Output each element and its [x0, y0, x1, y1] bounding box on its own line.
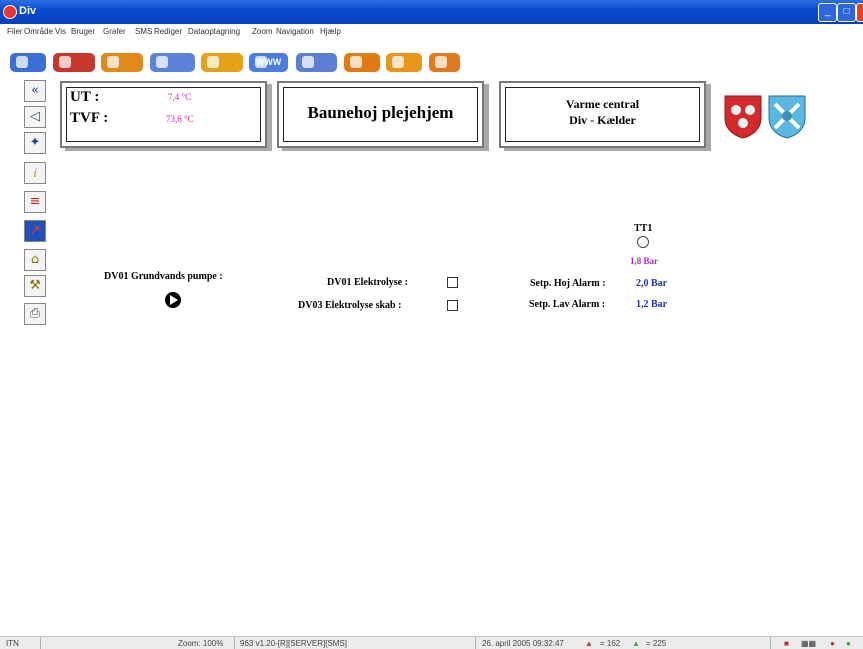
- overview-button[interactable]: [10, 53, 46, 72]
- status-divider: [234, 637, 235, 649]
- menu-bar: Filer Område Vis Bruger Grafer SMS Redig…: [0, 24, 863, 39]
- tt1-label: TT1: [634, 223, 653, 234]
- menu-hjaelp[interactable]: Hjælp: [320, 27, 341, 36]
- chart-button[interactable]: [386, 53, 422, 72]
- green-status-icon: ●: [846, 639, 851, 648]
- temp-panel: UT : 7,4 °C TVF : 73,6 °C: [60, 81, 267, 148]
- menu-grafer[interactable]: Grafer: [103, 27, 126, 36]
- www-button[interactable]: WWW: [249, 53, 288, 72]
- tvf-value: 73,6 °C: [166, 114, 194, 124]
- menu-sms[interactable]: SMS: [135, 27, 152, 36]
- dv03-elektrolyse-checkbox[interactable]: [447, 300, 458, 311]
- connection-icon: ▲: [632, 639, 640, 648]
- menu-zoom[interactable]: Zoom: [252, 27, 272, 36]
- setp-high-label: Setp. Hoj Alarm :: [530, 278, 606, 289]
- ut-value: 7,4 °C: [168, 92, 192, 102]
- setp-low-value[interactable]: 1,2 Bar: [636, 299, 667, 310]
- status-divider: [40, 637, 41, 649]
- setp-low-label: Setp. Lav Alarm :: [529, 299, 606, 310]
- lock-nav-button[interactable]: ⌂: [24, 249, 46, 271]
- location-line2: Div - Kælder: [569, 113, 636, 127]
- site-title: Baunehoj plejehjem: [307, 103, 454, 122]
- status-divider: [475, 637, 476, 649]
- red-coat-of-arms-icon: [724, 95, 762, 139]
- menu-dataoptagning[interactable]: Dataoptagning: [188, 27, 240, 36]
- window-title: Div: [19, 5, 37, 17]
- status-bar: ITN Zoom: 100% 963 v1.20-[R][SERVER][SMS…: [0, 636, 863, 649]
- dv01-elektrolyse-checkbox[interactable]: [447, 277, 458, 288]
- pump-icon[interactable]: [164, 291, 182, 309]
- menu-omrade[interactable]: Område: [24, 27, 53, 36]
- alarm-status-icon: ■: [784, 639, 789, 648]
- tools-nav-button[interactable]: ⚒: [24, 275, 46, 297]
- sms-button[interactable]: [429, 53, 460, 72]
- notes-nav-button[interactable]: ≡: [24, 191, 46, 213]
- ut-label: UT :: [70, 89, 100, 105]
- minimize-button[interactable]: _: [818, 3, 837, 22]
- blue-coat-of-arms-icon: [768, 95, 806, 139]
- status-count2: = 225: [646, 639, 667, 648]
- tt1-sensor-icon[interactable]: [637, 236, 649, 248]
- pump-label: DV01 Grundvands pumpe :: [104, 271, 223, 282]
- site-title-panel: Baunehoj plejehjem: [277, 81, 484, 148]
- user-icon: ▲: [585, 639, 593, 648]
- location-panel: Varme central Div - Kælder: [499, 81, 706, 148]
- monitor-button[interactable]: [296, 53, 337, 72]
- status-zoom: Zoom: 100%: [178, 639, 224, 648]
- dv01-elektrolyse-label: DV01 Elektrolyse :: [327, 277, 408, 288]
- menu-rediger[interactable]: Rediger: [154, 27, 182, 36]
- menu-filer[interactable]: Filer: [7, 27, 23, 36]
- title-bar: Div _ □: [0, 0, 863, 24]
- status-divider: [770, 637, 771, 649]
- status-datetime: 26. april 2005 09:32:47: [482, 639, 564, 648]
- status-version: 963 v1.20-[R][SERVER][SMS]: [240, 639, 348, 648]
- alarm-button[interactable]: [344, 53, 380, 72]
- app-icon[interactable]: [3, 5, 17, 19]
- info-nav-button[interactable]: i: [24, 162, 46, 184]
- maximize-button[interactable]: □: [837, 3, 856, 22]
- red-status-icon: ●: [830, 639, 835, 648]
- menu-bruger[interactable]: Bruger: [71, 27, 95, 36]
- menu-vis[interactable]: Vis: [55, 27, 66, 36]
- plant-button[interactable]: [53, 53, 95, 72]
- close-button[interactable]: [856, 3, 863, 22]
- location-line1: Varme central: [565, 97, 640, 111]
- network-button[interactable]: [150, 53, 195, 72]
- tvf-label: TVF :: [70, 110, 109, 126]
- status-mode: ITN: [6, 639, 19, 648]
- network-nav-button[interactable]: ✦: [24, 132, 46, 154]
- tt1-value: 1,8 Bar: [630, 256, 658, 266]
- info-button[interactable]: [101, 53, 143, 72]
- back-button[interactable]: ◁: [24, 106, 46, 128]
- print-nav-button[interactable]: ⎙: [24, 303, 46, 325]
- folder-button[interactable]: [201, 53, 243, 72]
- server-status-icon: ▦▦: [801, 639, 817, 648]
- status-count1: = 162: [600, 639, 621, 648]
- back-double-button[interactable]: «: [24, 80, 46, 102]
- dv03-elektrolyse-label: DV03 Elektrolyse skab :: [298, 300, 402, 311]
- menu-navigation[interactable]: Navigation: [276, 27, 314, 36]
- toolbar: WWW: [0, 39, 863, 73]
- graph-nav-button[interactable]: ↗: [24, 220, 46, 242]
- setp-high-value[interactable]: 2,0 Bar: [636, 278, 667, 289]
